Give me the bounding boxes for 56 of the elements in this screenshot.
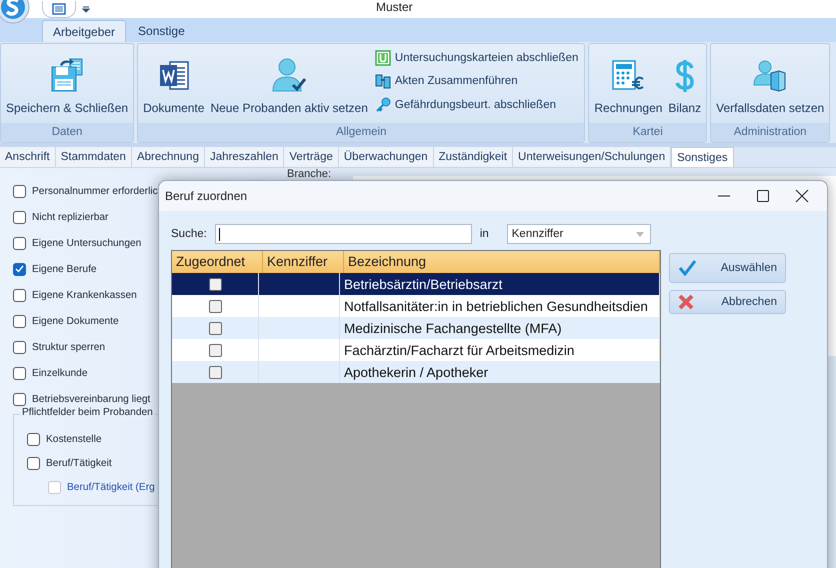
dialog-title: Beruf zuordnen — [165, 189, 248, 203]
option-label: Betriebsvereinbarung liegt — [32, 394, 150, 404]
ribbon-button[interactable]: Untersuchungskarteien abschließen — [374, 50, 578, 66]
option-label: Eigene Berufe — [32, 264, 97, 274]
table-row[interactable]: Betriebsärztin/Betriebsarzt — [172, 273, 660, 295]
option-label: Kostenstelle — [46, 434, 102, 444]
table-cell: Medizinische Fachangestellte (MFA) — [344, 320, 562, 336]
dialog-button[interactable]: Abbrechen — [669, 290, 786, 314]
ribbon-button[interactable]: Neue Probanden aktiv setzen — [207, 44, 371, 123]
ribbon-button[interactable]: Dokumente — [140, 44, 208, 123]
page-tab[interactable]: Sonstiges — [671, 147, 734, 167]
page-tab[interactable]: Verträge — [284, 147, 339, 167]
group-title: Pflichtfelder beim Probanden — [20, 407, 155, 418]
ribbon-tab[interactable]: Sonstige — [126, 20, 197, 42]
option-label: Personalnummer erforderlic — [32, 186, 158, 196]
page-tab[interactable]: Anschrift — [0, 147, 56, 167]
in-label: in — [480, 228, 489, 240]
field-label: Branche: — [287, 168, 332, 180]
search-label: Suche: — [171, 228, 207, 240]
group-label: Administration — [711, 123, 830, 142]
page-tab[interactable]: Zuständigkeit — [434, 147, 514, 167]
group-label: Kartei — [589, 123, 706, 142]
window-title: Muster — [376, 0, 413, 14]
ribbon-button[interactable]: Verfallsdaten setzen — [713, 44, 828, 123]
ribbon-button[interactable]: Akten Zusammenführen — [374, 73, 578, 90]
field-dropdown[interactable]: Kennziffer — [506, 224, 651, 244]
column-header[interactable]: Zugeordnet — [172, 251, 263, 273]
ribbon-button[interactable]: Gefährdungsbeurt. abschließen — [374, 97, 578, 114]
option-label: Beruf/Tätigkeit (Erg — [67, 482, 155, 492]
table-cell: Apothekerin / Apotheker — [344, 364, 488, 380]
table-row[interactable]: Notfallsanitäter:in in betrieblichen Gesundheitsdien — [172, 295, 660, 317]
page-tab[interactable]: Abrechnung — [132, 147, 205, 167]
column-header[interactable]: Bezeichnung — [344, 251, 660, 273]
option-label: Einzelkunde — [32, 368, 88, 378]
option-label: Beruf/Tätigkeit — [46, 458, 112, 468]
dialog-button[interactable]: Auswählen — [669, 253, 786, 283]
table-row[interactable]: Fachärztin/Facharzt für Arbeitsmedizin — [172, 339, 660, 361]
table-cell: Betriebsärztin/Betriebsarzt — [344, 276, 502, 292]
option-label: Eigene Krankenkassen — [32, 290, 137, 300]
table-cell: Fachärztin/Facharzt für Arbeitsmedizin — [344, 342, 574, 358]
option-label: Struktur sperren — [32, 342, 106, 352]
option-label: Eigene Dokumente — [32, 316, 119, 326]
ribbon-tab[interactable]: Arbeitgeber — [42, 20, 126, 42]
column-header[interactable]: Kennziffer — [263, 251, 344, 273]
group-label: Allgemein — [138, 123, 584, 142]
page-tab[interactable]: Überwachungen — [338, 147, 434, 167]
page-tab[interactable]: Unterweisungen/Schulungen — [513, 147, 672, 167]
ribbon-button[interactable]: Bilanz — [665, 44, 704, 123]
page-tab[interactable]: Stammdaten — [56, 147, 132, 167]
page-tab[interactable]: Jahreszahlen — [204, 147, 284, 167]
group-label: Daten — [1, 123, 134, 142]
ribbon-button[interactable]: Rechnungen — [591, 44, 666, 123]
option-label: Eigene Untersuchungen — [32, 238, 142, 248]
option-label: Nicht replizierbar — [32, 212, 108, 222]
table-cell: Notfallsanitäter:in in betrieblichen Gesundheitsdien — [344, 298, 648, 314]
ribbon-button[interactable]: Speichern & Schließen — [3, 44, 132, 123]
